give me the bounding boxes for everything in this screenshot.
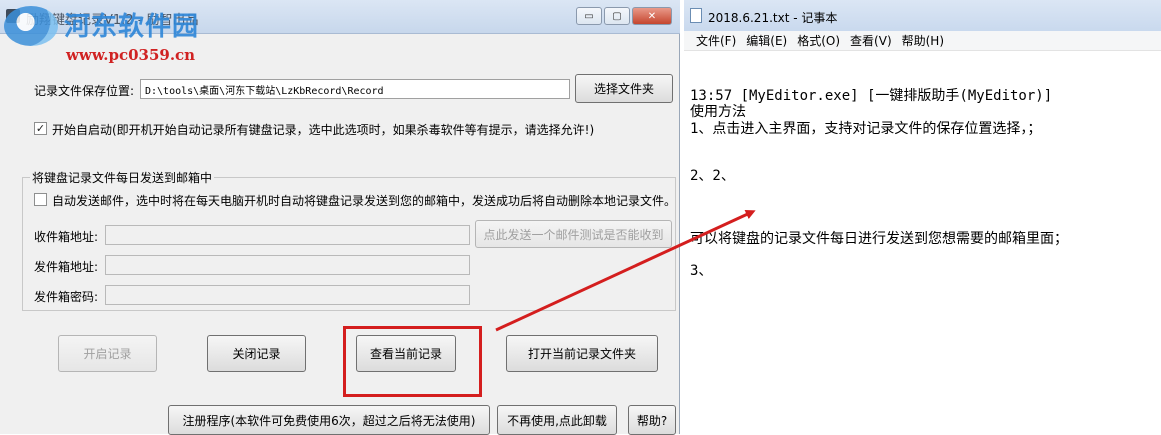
notepad-menubar: 文件(F) 编辑(E) 格式(O) 查看(V) 帮助(H) [684, 31, 1161, 51]
start-record-button[interactable]: 开启记录 [58, 335, 157, 372]
keyboard-recorder-window: 励翔键盘记录V1.2 - 励智出品 河东软件园 www.pc0359.cn ▭ … [0, 0, 680, 435]
notepad-titlebar: 2018.6.21.txt - 记事本 [684, 0, 1161, 31]
text-line: 1、点击进入主界面，支持对记录文件的保存位置选择，； [690, 121, 1042, 137]
minimize-button[interactable]: ▭ [576, 7, 602, 25]
menu-help[interactable]: 帮助(H) [898, 32, 950, 49]
sender-password-label: 发件箱密码: [34, 290, 99, 304]
app-titlebar: 励翔键盘记录V1.2 - 励智出品 河东软件园 www.pc0359.cn ▭ … [0, 0, 680, 64]
auto-send-label: 自动发送邮件，选中时将在每天电脑开机时自动将键盘记录发送到您的邮箱中，发送成功后… [52, 194, 677, 208]
text-line: 3、 [690, 263, 713, 279]
text-line: 2、2、 [690, 168, 735, 184]
watermark-text: 河东软件园 [64, 12, 200, 42]
auto-send-checkbox[interactable] [34, 193, 47, 206]
sender-password-input[interactable] [105, 285, 470, 305]
highlight-box [343, 326, 482, 397]
inbox-address-label: 收件箱地址: [34, 230, 99, 244]
save-location-input[interactable]: D:\tools\桌面\河东下载站\LzKbRecord\Record [140, 79, 570, 99]
close-button[interactable]: ✕ [632, 7, 672, 25]
select-folder-button[interactable]: 选择文件夹 [575, 74, 673, 103]
notepad-file-icon [690, 8, 702, 23]
uninstall-button[interactable]: 不再使用,点此卸载 [497, 405, 617, 435]
menu-view[interactable]: 查看(V) [846, 32, 898, 49]
autostart-label: 开始自启动(即开机开始自动记录所有键盘记录，选中此选项时，如果杀毒软件等有提示，… [52, 123, 595, 137]
email-group-title: 将键盘记录文件每日发送到邮箱中 [30, 169, 215, 186]
maximize-button[interactable]: ▢ [604, 7, 630, 25]
notepad-window: 2018.6.21.txt - 记事本 文件(F) 编辑(E) 格式(O) 查看… [684, 0, 1161, 434]
register-button[interactable]: 注册程序(本软件可免费使用6次，超过之后将无法使用) [168, 405, 490, 435]
open-record-folder-button[interactable]: 打开当前记录文件夹 [506, 335, 658, 372]
inbox-address-input[interactable] [105, 225, 470, 245]
stop-record-button[interactable]: 关闭记录 [207, 335, 306, 372]
sender-address-input[interactable] [105, 255, 470, 275]
autostart-checkbox[interactable]: ✓ [34, 122, 47, 135]
menu-file[interactable]: 文件(F) [692, 32, 742, 49]
window-controls: ▭ ▢ ✕ [576, 7, 672, 25]
menu-format[interactable]: 格式(O) [793, 32, 846, 49]
watermark-logo-icon [4, 6, 58, 46]
watermark-url: www.pc0359.cn [66, 46, 196, 64]
text-line: 可以将键盘的记录文件每日进行发送到您想需要的邮箱里面； [690, 231, 1068, 247]
menu-edit[interactable]: 编辑(E) [742, 32, 793, 49]
sender-address-label: 发件箱地址: [34, 260, 99, 274]
notepad-title: 2018.6.21.txt - 记事本 [708, 11, 838, 25]
save-location-label: 记录文件保存位置: [34, 84, 135, 98]
send-test-email-button[interactable]: 点此发送一个邮件测试是否能收到 [475, 220, 672, 248]
help-button[interactable]: 帮助? [628, 405, 676, 435]
